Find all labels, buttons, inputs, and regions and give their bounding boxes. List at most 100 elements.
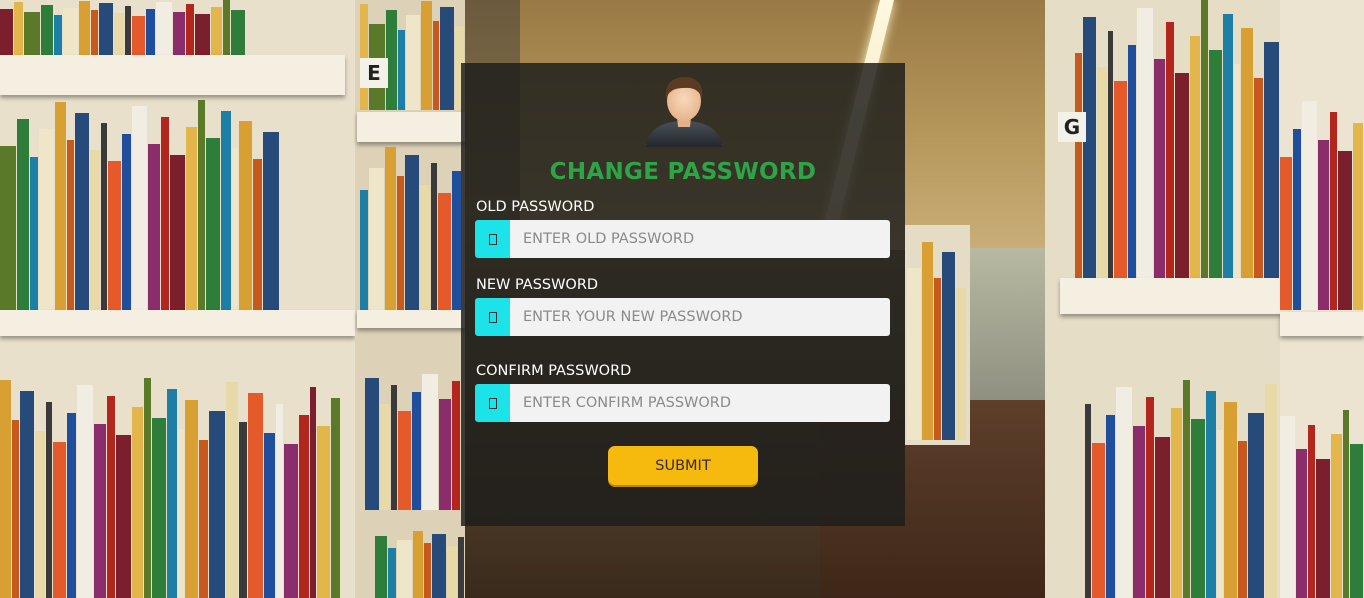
book-spine [41,4,53,55]
left-books-bottom [0,378,345,598]
confirm-password-label: CONFIRM PASSWORD [476,363,632,379]
book-spine [156,1,172,55]
book-spine [1082,16,1097,280]
book-spine [284,444,298,598]
book-spine [1329,112,1338,310]
book-spine [432,534,447,598]
book-spine [452,171,461,310]
book-spine [1133,425,1145,598]
right-shelf-board-1 [1060,278,1285,314]
book-spine [405,154,419,310]
book-spine [63,7,78,55]
book-spine [922,242,934,440]
book-spine [1217,430,1223,598]
book-spine [439,399,451,510]
submit-button[interactable]: SUBMIT [608,446,758,485]
confirm-password-group [475,384,890,422]
right-books-top [1075,0,1280,280]
book-spine [1317,140,1329,310]
book-spine [331,397,340,598]
book-spine [1153,58,1166,280]
old-password-input[interactable] [510,220,890,258]
book-spine [186,127,198,310]
new-password-input[interactable] [510,298,890,336]
second-shelf-board-1 [357,112,465,142]
book-spine [375,536,387,598]
book-spine [1280,415,1295,598]
book-spine [1107,30,1114,280]
book-spine [398,410,411,510]
book-spine [422,374,438,510]
book-spine [185,400,198,598]
book-spine [317,426,330,598]
book-spine [152,417,166,598]
book-spine [264,433,275,598]
book-spine [1127,44,1137,280]
left-shelf-board-2 [0,310,355,336]
book-spine [35,430,45,598]
book-spine [387,548,396,598]
book-spine [198,100,206,310]
book-spine [1189,36,1201,280]
book-spine [406,15,421,110]
far-right-books-middle [1280,95,1364,310]
book-spine [438,192,451,310]
book-spine [248,393,263,598]
page-title: CHANGE PASSWORD [549,159,817,185]
book-spine [1191,419,1205,598]
right-books-bottom [1085,380,1280,598]
shelf-sign-g: G [1058,112,1086,142]
book-spine [1240,28,1254,280]
book-spine [1137,8,1153,280]
book-spine [12,419,19,598]
book-spine [941,252,956,440]
book-spine [107,160,121,310]
book-spine [1166,22,1174,280]
book-spine [1106,414,1115,598]
old-password-label: OLD PASSWORD [476,199,595,215]
book-spine [231,9,245,55]
book-spine [91,10,98,55]
book-spine [385,146,396,310]
book-spine [1155,436,1170,598]
book-spine [144,378,151,598]
book-spine [1254,78,1263,280]
book-spine [1342,410,1350,598]
confirm-password-input[interactable] [510,384,890,422]
book-spine [397,176,404,310]
book-spine [131,106,148,310]
book-spine [199,439,208,598]
book-spine [226,382,238,598]
book-spine [907,268,922,440]
book-spine [1280,157,1292,310]
book-spine [956,288,966,440]
second-books-top [360,0,465,110]
book-spine [223,0,230,55]
book-spine [16,118,29,310]
book-spine [161,116,170,310]
book-spine [239,121,253,310]
book-spine [360,189,368,310]
book-spine [1171,408,1182,598]
book-spine [380,403,390,510]
book-spine [0,9,13,55]
book-spine [1234,64,1240,280]
book-spine [46,402,52,598]
book-spine [186,4,194,55]
user-avatar-icon [644,71,724,147]
book-spine [20,391,34,598]
book-spine [67,413,76,598]
book-spine [0,146,16,310]
book-spine [432,20,440,110]
corridor-books [907,240,967,440]
book-spine [178,428,184,598]
book-spine [412,392,421,510]
left-shelf-board-1 [0,55,345,95]
book-spine [66,139,74,310]
book-spine [458,537,464,598]
book-spine [1116,386,1132,598]
book-spine [211,7,222,55]
book-spine [77,384,93,598]
new-password-label: NEW PASSWORD [476,277,599,293]
book-spine [1075,53,1082,280]
